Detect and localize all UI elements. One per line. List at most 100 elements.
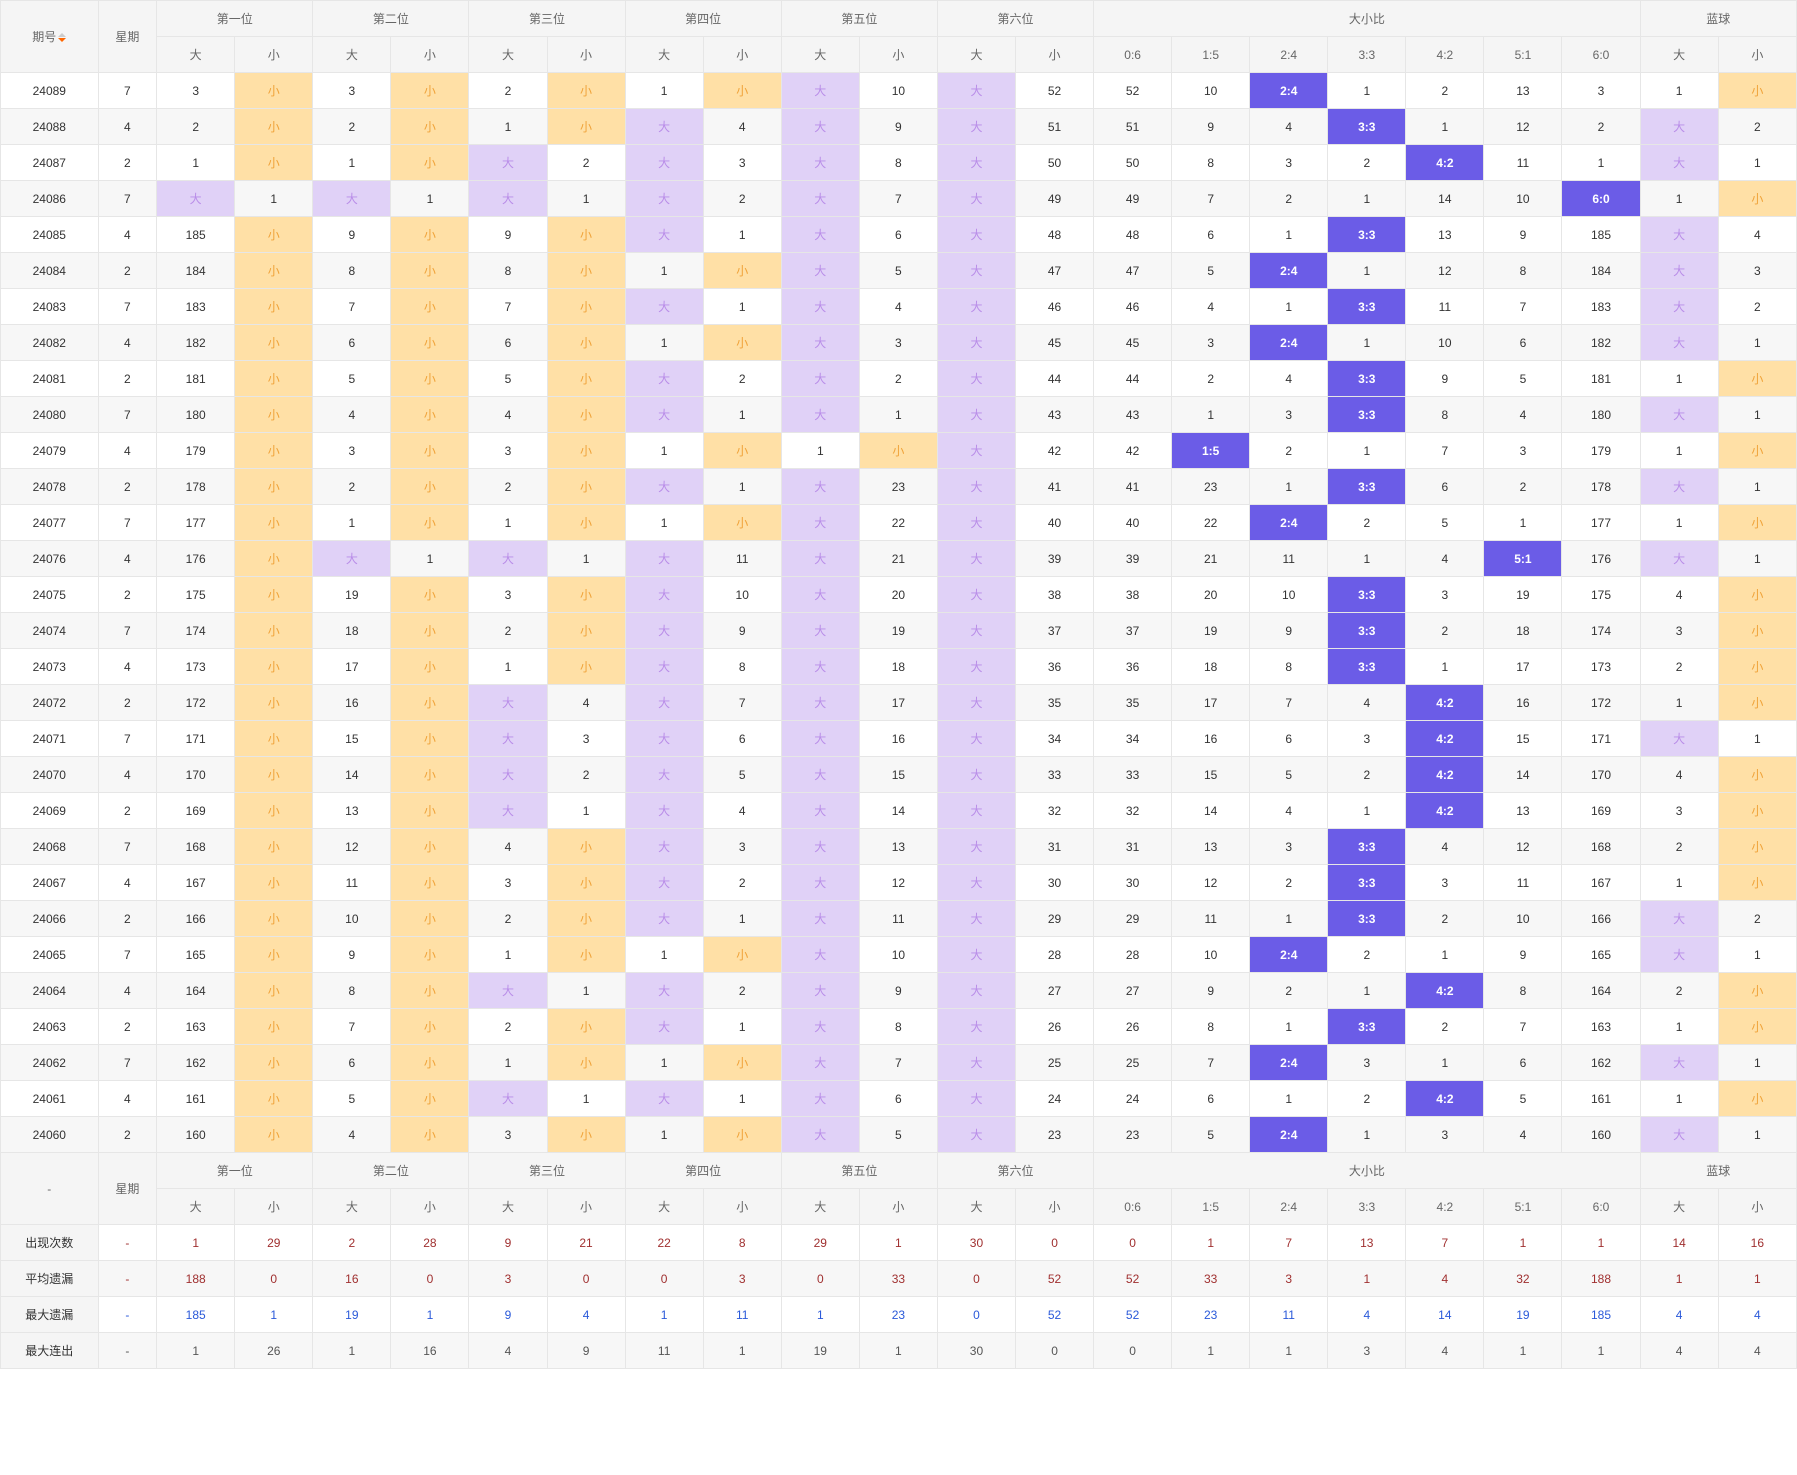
cell-ratio: 44 — [1094, 361, 1172, 397]
cell-ratio: 160 — [1562, 1117, 1640, 1153]
cell-num: 10 — [703, 577, 781, 613]
cell-week: 4 — [98, 109, 157, 145]
cell-num: 174 — [157, 613, 235, 649]
cell-xiao: 小 — [235, 649, 313, 685]
cell-num: 1 — [703, 469, 781, 505]
cell-xiao: 小 — [235, 289, 313, 325]
cell-xiao: 小 — [235, 469, 313, 505]
cell-num: 7 — [859, 181, 937, 217]
cell-num: 33 — [1015, 757, 1093, 793]
stats-cell: 2 — [313, 1225, 391, 1261]
cell-ratio: 7 — [1484, 1009, 1562, 1045]
cell-da: 大 — [625, 901, 703, 937]
cell-ratio: 7 — [1172, 1045, 1250, 1081]
cell-week: 4 — [98, 757, 157, 793]
cell-da: 大 — [625, 613, 703, 649]
cell-xiao: 小 — [235, 721, 313, 757]
cell-ratio: 17 — [1172, 685, 1250, 721]
cell-num: 183 — [157, 289, 235, 325]
cell-num: 2 — [469, 901, 547, 937]
cell-ratio: 5 — [1172, 1117, 1250, 1153]
cell-num: 7 — [703, 685, 781, 721]
cell-ratio: 1 — [1484, 505, 1562, 541]
cell-xiao: 小 — [391, 685, 469, 721]
cell-ratio: 11 — [1172, 901, 1250, 937]
cell-ratio: 170 — [1562, 757, 1640, 793]
cell-num: 9 — [859, 109, 937, 145]
cell-blue-num: 3 — [1640, 793, 1718, 829]
cell-xiao: 小 — [547, 253, 625, 289]
table-row: 2408842小2小1小大4大9大5151943:31122大2 — [1, 109, 1797, 145]
cell-week: 7 — [98, 613, 157, 649]
cell-blue-num: 4 — [1640, 577, 1718, 613]
cell-num: 1 — [157, 145, 235, 181]
cell-blue-num: 1 — [1718, 937, 1796, 973]
cell-num: 4 — [313, 1117, 391, 1153]
stats-cell: 1 — [157, 1225, 235, 1261]
cell-ratio: 26 — [1094, 1009, 1172, 1045]
cell-ratio: 14 — [1172, 793, 1250, 829]
cell-ratio: 4 — [1172, 289, 1250, 325]
cell-xiao: 小 — [391, 829, 469, 865]
cell-blue-da: 大 — [1640, 541, 1718, 577]
cell-ratio: 8 — [1484, 253, 1562, 289]
stats-cell: 4 — [1718, 1333, 1796, 1369]
cell-blue-xiao: 小 — [1718, 685, 1796, 721]
cell-ratio: 185 — [1562, 217, 1640, 253]
cell-blue-num: 2 — [1640, 829, 1718, 865]
cell-ratio: 46 — [1094, 289, 1172, 325]
cell-ratio: 165 — [1562, 937, 1640, 973]
cell-num: 16 — [313, 685, 391, 721]
cell-blue-da: 大 — [1640, 1117, 1718, 1153]
cell-issue: 24072 — [1, 685, 99, 721]
cell-xiao: 小 — [235, 829, 313, 865]
cell-ratio: 181 — [1562, 361, 1640, 397]
stats-label: 最大连出 — [1, 1333, 99, 1369]
cell-da: 大 — [625, 397, 703, 433]
cell-blue-da: 大 — [1640, 289, 1718, 325]
trend-table: 期号 星期 第一位 第二位 第三位 第四位 第五位 第六位 大小比 蓝球 大小大… — [0, 0, 1797, 1369]
cell-num: 1 — [625, 1045, 703, 1081]
cell-xiao: 小 — [547, 73, 625, 109]
cell-xiao: 小 — [235, 937, 313, 973]
cell-da: 大 — [625, 865, 703, 901]
cell-num: 37 — [1015, 613, 1093, 649]
cell-num: 177 — [157, 505, 235, 541]
table-row: 240644164小8小大1大2大9大27279214:281642小 — [1, 973, 1797, 1009]
cell-da: 大 — [781, 145, 859, 181]
col-ratio-5:1: 5:1 — [1484, 1189, 1562, 1225]
table-row: 240632163小7小2小大1大8大2626813:3271631小 — [1, 1009, 1797, 1045]
cell-num: 8 — [313, 253, 391, 289]
col-issue[interactable]: 期号 — [1, 1, 99, 73]
cell-num: 171 — [157, 721, 235, 757]
table-row: 240692169小13小大1大4大14大323214414:2131693小 — [1, 793, 1797, 829]
cell-ratio-hit: 2:4 — [1250, 1117, 1328, 1153]
cell-blue-num: 1 — [1718, 721, 1796, 757]
stats-cell: 4 — [469, 1333, 547, 1369]
cell-blue-xiao: 小 — [1718, 505, 1796, 541]
cell-blue-xiao: 小 — [1718, 793, 1796, 829]
cell-ratio: 184 — [1562, 253, 1640, 289]
cell-ratio: 1 — [1250, 469, 1328, 505]
cell-num: 4 — [703, 109, 781, 145]
stats-cell: 1 — [859, 1333, 937, 1369]
cell-num: 167 — [157, 865, 235, 901]
cell-num: 1 — [469, 649, 547, 685]
cell-blue-xiao: 小 — [1718, 361, 1796, 397]
cell-ratio-hit: 4:2 — [1406, 685, 1484, 721]
cell-num: 12 — [313, 829, 391, 865]
cell-num: 161 — [157, 1081, 235, 1117]
cell-ratio-hit: 3:3 — [1328, 361, 1406, 397]
col-ratio-3:3: 3:3 — [1328, 1189, 1406, 1225]
stats-cell: 23 — [859, 1297, 937, 1333]
cell-ratio: 3 — [1406, 1117, 1484, 1153]
sort-icon[interactable] — [58, 33, 66, 42]
cell-da: 大 — [781, 577, 859, 613]
cell-ratio-hit: 3:3 — [1328, 829, 1406, 865]
cell-ratio: 3 — [1250, 145, 1328, 181]
cell-blue-num: 1 — [1718, 325, 1796, 361]
cell-num: 166 — [157, 901, 235, 937]
cell-ratio: 1 — [1250, 901, 1328, 937]
cell-da: 大 — [937, 397, 1015, 433]
cell-num: 1 — [703, 289, 781, 325]
